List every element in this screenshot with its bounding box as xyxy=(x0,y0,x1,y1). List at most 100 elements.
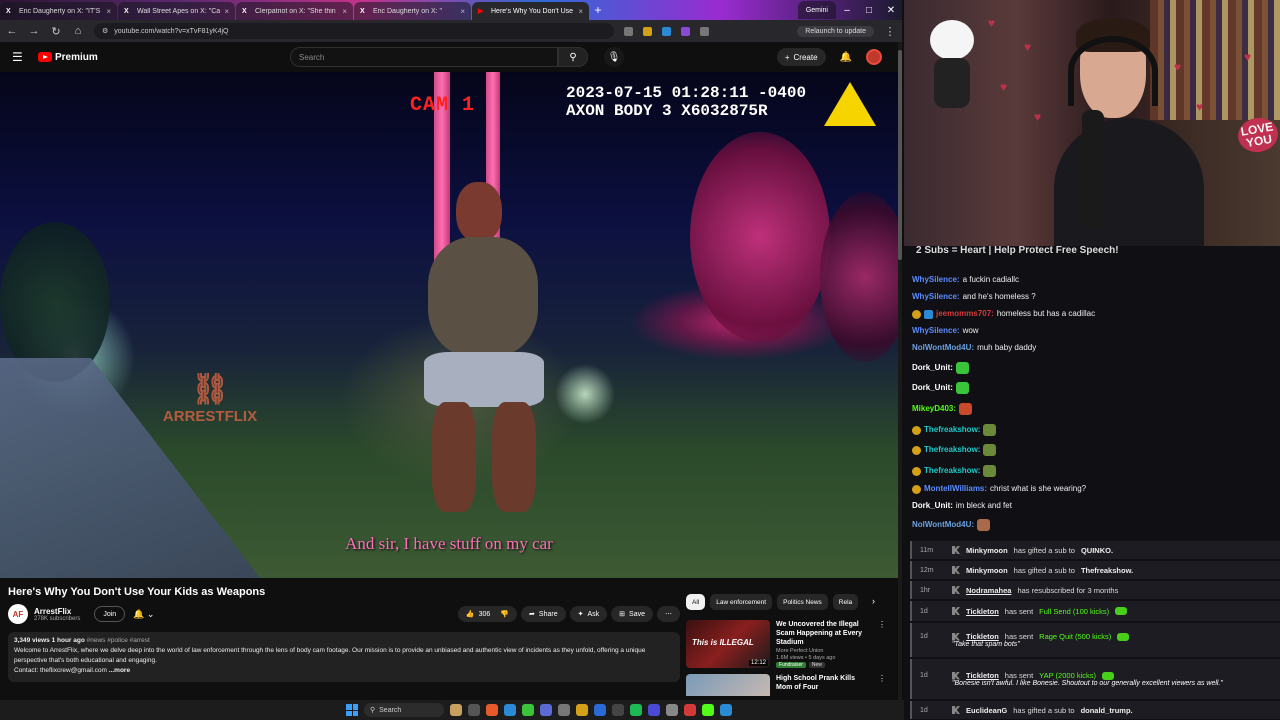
app-icon[interactable] xyxy=(720,704,732,716)
event-user[interactable]: Tickleton xyxy=(966,671,999,680)
event-user[interactable]: Tickleton xyxy=(966,632,999,641)
show-more-link[interactable]: ...more xyxy=(109,667,130,674)
event-user[interactable]: Nodramahea xyxy=(966,586,1011,595)
chevron-right-icon[interactable]: › xyxy=(872,596,875,606)
create-button[interactable]: + Create xyxy=(776,48,826,66)
folder-icon[interactable] xyxy=(576,704,588,716)
menu-dots-icon[interactable]: ⋮ xyxy=(884,25,896,38)
chat-username[interactable]: NolWontMod4U: xyxy=(912,520,974,530)
video-thumbnail[interactable]: This is ILLEGAL 12:12 xyxy=(686,620,770,668)
widget-icon[interactable] xyxy=(450,704,462,716)
task-view-icon[interactable] xyxy=(468,704,480,716)
extension-icon[interactable] xyxy=(681,26,690,36)
event-target[interactable]: QUINKO. xyxy=(1081,546,1113,555)
chip-related[interactable]: Rela xyxy=(832,594,859,610)
subscription-bell-icon[interactable]: 🔔 ⌄ xyxy=(133,609,154,620)
chip-all[interactable]: All xyxy=(686,594,706,610)
window-close-icon[interactable]: ✕ xyxy=(880,5,902,16)
chat-username[interactable]: WhySilence: xyxy=(912,326,960,336)
app-icon[interactable] xyxy=(666,704,678,716)
video-thumbnail[interactable] xyxy=(686,674,770,696)
youtube-logo[interactable]: Premium xyxy=(38,52,98,63)
chat-username[interactable]: MikeyD403: xyxy=(912,404,956,414)
chat-username[interactable]: Dork_Unit: xyxy=(912,501,953,511)
gemini-tab[interactable]: Gemini xyxy=(797,1,836,19)
event-user[interactable]: EuclideanG xyxy=(966,706,1007,715)
chip-politics-news[interactable]: Politics News xyxy=(777,594,828,610)
scrollbar-thumb[interactable] xyxy=(898,50,902,260)
site-info-icon[interactable]: ⚙ xyxy=(102,27,108,35)
chat-username[interactable]: Thefreakshow: xyxy=(924,466,980,476)
chat-username[interactable]: Thefreakshow: xyxy=(924,445,980,455)
browser-tab-active[interactable]: ▶ Here's Why You Don't Use × xyxy=(472,2,589,20)
taskbar-search[interactable]: ⚲ Search xyxy=(364,703,444,717)
recommended-title[interactable]: We Uncovered the Illegal Scam Happening … xyxy=(776,620,872,647)
chrome-icon[interactable] xyxy=(522,704,534,716)
video-player[interactable]: CAM 1 2023-07-15 01:28:11 -0400 AXON BOD… xyxy=(0,72,898,578)
close-icon[interactable]: × xyxy=(106,7,111,16)
event-target[interactable]: Thefreakshow. xyxy=(1081,566,1133,575)
app-icon[interactable] xyxy=(486,704,498,716)
thumbs-down-icon[interactable]: 👎 xyxy=(500,610,509,618)
share-button[interactable]: ➦ Share xyxy=(521,606,566,622)
spotify-icon[interactable] xyxy=(630,704,642,716)
avatar[interactable] xyxy=(866,49,882,65)
url-field[interactable]: ⚙ youtube.com/watch?v=xTvF81yK4jQ xyxy=(94,23,614,39)
scrollbar[interactable] xyxy=(898,42,902,700)
extensions-puzzle-icon[interactable] xyxy=(700,26,709,36)
ask-button[interactable]: ✦ Ask xyxy=(569,606,608,622)
extension-icon[interactable] xyxy=(624,26,633,36)
video-description[interactable]: 3,349 views 1 hour ago #news #police #ar… xyxy=(8,632,680,682)
close-icon[interactable]: × xyxy=(578,7,583,16)
browser-tab[interactable]: X Eric Daugherty on X: " × xyxy=(354,2,471,20)
reload-icon[interactable]: ↻ xyxy=(50,25,62,38)
save-button[interactable]: ⊞ Save xyxy=(611,606,653,622)
more-vert-icon[interactable]: ⋮ xyxy=(878,620,886,668)
chat-username[interactable]: Dork_Unit: xyxy=(912,363,953,373)
recommended-channel[interactable]: More Perfect Union xyxy=(776,648,872,654)
extension-icon[interactable] xyxy=(662,26,671,36)
hamburger-menu-icon[interactable]: ☰ xyxy=(12,50,30,64)
app-icon[interactable] xyxy=(558,704,570,716)
channel-name[interactable]: ArrestFlix xyxy=(34,607,80,616)
recommended-title[interactable]: High School Prank Kills Mom of Four xyxy=(776,674,872,692)
app-icon[interactable] xyxy=(648,704,660,716)
chat-username[interactable]: WhySilence: xyxy=(912,275,960,285)
close-icon[interactable]: × xyxy=(224,7,229,16)
app-icon[interactable] xyxy=(504,704,516,716)
relaunch-button[interactable]: Relaunch to update xyxy=(797,25,874,37)
event-user[interactable]: Minkymoon xyxy=(966,566,1008,575)
back-icon[interactable]: ← xyxy=(6,25,18,37)
chip-law-enforcement[interactable]: Law enforcement xyxy=(710,594,773,610)
windows-start-icon[interactable] xyxy=(346,704,358,716)
minimize-icon[interactable]: – xyxy=(836,5,858,16)
app-icon[interactable] xyxy=(612,704,624,716)
more-vert-icon[interactable]: ⋮ xyxy=(878,674,886,696)
join-button[interactable]: Join xyxy=(94,606,126,622)
search-icon[interactable]: ⚲ xyxy=(558,47,588,67)
chat-username[interactable]: MontellWilliams: xyxy=(924,484,987,494)
hashtags[interactable]: #news #police #arrest xyxy=(87,637,150,644)
app-icon[interactable] xyxy=(684,704,696,716)
close-icon[interactable]: × xyxy=(342,7,347,16)
chat-username[interactable]: jeemomms707: xyxy=(936,309,994,319)
close-icon[interactable]: × xyxy=(460,7,465,16)
forward-icon[interactable]: → xyxy=(28,25,40,37)
event-target[interactable]: donald_trump. xyxy=(1081,706,1133,715)
extension-icon[interactable] xyxy=(643,26,652,36)
event-user[interactable]: Tickleton xyxy=(966,607,999,616)
recommended-video[interactable]: High School Prank Kills Mom of Four ⋮ xyxy=(686,674,886,696)
browser-tab[interactable]: X Clerpatriot on X: "She thin × xyxy=(236,2,353,20)
like-button[interactable]: 👍 306 👎 xyxy=(457,606,518,622)
chat-username[interactable]: WhySilence: xyxy=(912,292,960,302)
more-actions-button[interactable]: ⋯ xyxy=(657,606,680,622)
recommended-video[interactable]: This is ILLEGAL 12:12 We Uncovered the I… xyxy=(686,620,886,668)
microphone-icon[interactable]: 🎙 xyxy=(604,47,624,67)
new-tab-button[interactable]: + xyxy=(590,3,606,17)
maximize-icon[interactable]: □ xyxy=(858,5,880,16)
discord-icon[interactable] xyxy=(540,704,552,716)
chat-username[interactable]: NolWontMod4U: xyxy=(912,343,974,353)
event-user[interactable]: Minkymoon xyxy=(966,546,1008,555)
kick-app-icon[interactable] xyxy=(702,704,714,716)
search-input[interactable] xyxy=(290,47,558,67)
